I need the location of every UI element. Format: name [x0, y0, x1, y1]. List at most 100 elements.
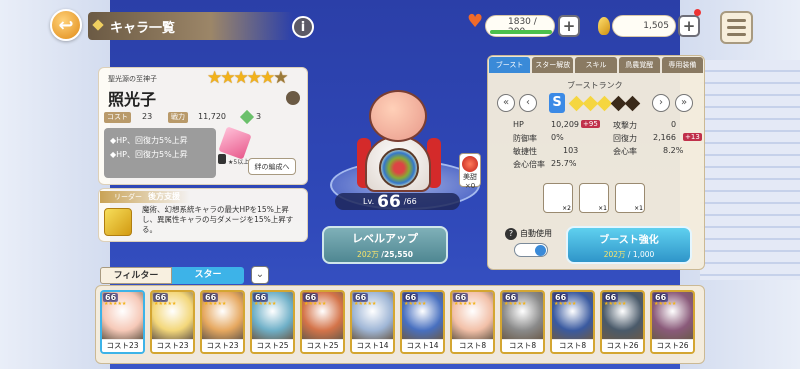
tab-awakening[interactable]: 鳥農覚醒 — [618, 57, 660, 73]
info-icon[interactable]: i — [292, 16, 314, 38]
card-cost: コスト25 — [252, 339, 293, 352]
next-rank-icon[interactable]: › — [652, 94, 670, 112]
roster-card[interactable]: 66 ★★★★★ コスト25 — [300, 290, 345, 354]
back-arrow-icon[interactable]: ↩ — [50, 9, 82, 41]
power-label: 戦力 — [168, 112, 188, 123]
rank-label: ブーストランク — [567, 81, 623, 90]
character-sprite[interactable] — [355, 90, 445, 200]
special-item-icon — [462, 156, 478, 172]
card-stars: ★★★★★ — [454, 301, 477, 307]
roster-card[interactable]: 66 ★★★★★ コスト23 — [200, 290, 245, 354]
boost-item-slot[interactable]: ×1 — [615, 183, 645, 213]
cost-value: 23 — [142, 112, 153, 121]
gem-count: 3 — [256, 112, 262, 121]
level-value: 66 — [377, 191, 401, 212]
roster-card[interactable]: 66 ★★★★★ コスト25 — [250, 290, 295, 354]
card-stars: ★★★★★ — [504, 301, 527, 307]
currency-display: 1,505 — [612, 15, 676, 37]
roster-card[interactable]: 66 ★★★★★ コスト14 — [400, 290, 445, 354]
tab-boost[interactable]: ブースト — [489, 57, 531, 73]
character-stats-row: コスト 23 戦力 11,720 3 — [104, 109, 304, 125]
level-label: Lv. — [363, 197, 375, 206]
unlock-requirement: ★5以上 — [228, 159, 250, 166]
notification-dot — [694, 9, 701, 16]
skill-line-2: ◆HP、回復力5%上昇 — [110, 150, 188, 159]
currency-icon — [598, 17, 610, 35]
cost-label: コスト — [104, 112, 131, 123]
boost-item-slot[interactable]: ×2 — [543, 183, 573, 213]
card-cost: コスト26 — [652, 339, 693, 352]
roster-card[interactable]: 66 ★★★★★ コスト26 — [650, 290, 695, 354]
card-stars: ★★★★★ — [554, 301, 577, 307]
add-stamina-button[interactable]: + — [558, 15, 580, 37]
tab-star-release[interactable]: スター解放 — [532, 57, 574, 73]
level-up-cost-total: /25,550 — [381, 250, 413, 259]
chevron-down-icon[interactable]: ⌄ — [251, 266, 269, 284]
roster-card[interactable]: 66 ★★★★★ コスト8 — [500, 290, 545, 354]
stat-label: 会心倍率 — [513, 160, 545, 169]
boost-item-slot[interactable]: ×1 — [579, 183, 609, 213]
power-value: 11,720 — [198, 112, 226, 121]
stat-value: 10,209 — [551, 120, 579, 129]
kizuna-button[interactable]: 絆の編成へ — [248, 158, 296, 175]
character-head — [369, 90, 427, 142]
filter-button[interactable]: フィルター — [100, 267, 172, 284]
card-stars: ★★★★★ — [154, 301, 177, 307]
prev-rank-icon[interactable]: ‹ — [519, 94, 537, 112]
stat-label: 回復力 — [613, 134, 637, 143]
roster-card[interactable]: 66 ★★★★★ コスト23 — [150, 290, 195, 354]
stat-label: HP — [513, 120, 524, 129]
roster-card[interactable]: 66 ★★★★★ コスト14 — [350, 290, 395, 354]
boost-enhance-button[interactable]: ブースト強化 202万 / 1,000 — [566, 226, 692, 264]
stat-value: 25.7% — [551, 159, 577, 168]
boost-item-count: ×1 — [598, 205, 607, 212]
special-item-count: ×0 — [464, 182, 476, 190]
heart-icon: ♥ — [467, 11, 484, 32]
leader-skill-icon — [104, 208, 132, 236]
first-rank-icon[interactable]: « — [497, 94, 515, 112]
stat-value: 2,166 — [653, 133, 676, 142]
stat-value: 0 — [671, 120, 677, 129]
roster-card[interactable]: 66 ★★★★★ コスト8 — [450, 290, 495, 354]
tab-skill[interactable]: スキル — [575, 57, 617, 73]
boost-tabs: ブースト スター解放 スキル 鳥農覚醒 専用装備 — [489, 57, 704, 73]
last-rank-icon[interactable]: » — [675, 94, 693, 112]
card-stars: ★★★★★ — [304, 301, 327, 307]
staircase-background — [700, 60, 800, 280]
stamina-display: 1830 / 200 — [485, 15, 555, 37]
roster-card[interactable]: 66 ★★★★★ コスト8 — [550, 290, 595, 354]
level-up-cost: 202万 /25,550 — [324, 249, 446, 260]
roster-card[interactable]: 66 ★★★★★ コスト26 — [600, 290, 645, 354]
card-cost: コスト8 — [452, 339, 493, 352]
auto-use-toggle[interactable] — [514, 243, 548, 257]
card-cost: コスト8 — [502, 339, 543, 352]
card-cost: コスト26 — [602, 339, 643, 352]
auto-use-label: 自動使用 — [520, 229, 552, 238]
card-stars: ★★★★★ — [104, 301, 127, 307]
character-disk — [379, 148, 419, 188]
page-title: キャラ一覧 — [88, 12, 293, 40]
star-sort-button[interactable]: スター — [172, 267, 244, 284]
character-subtitle: 聖光源の至神子 — [108, 75, 157, 83]
roster-card[interactable]: 66 ★★★★★ コスト23 — [100, 290, 145, 354]
stat-label: 会心率 — [613, 147, 637, 156]
leader-label: リーダー — [114, 193, 142, 201]
add-currency-button[interactable]: + — [678, 15, 700, 37]
hamburger-icon[interactable] — [720, 11, 753, 44]
stat-value: 0% — [551, 133, 564, 142]
stat-bonus: +95 — [581, 120, 600, 128]
boost-item-count: ×1 — [634, 205, 643, 212]
card-stars: ★★★★★ — [654, 301, 677, 307]
special-item-badge[interactable]: 美甜 ×0 — [459, 153, 481, 190]
rank-diamond-icon — [624, 95, 641, 112]
settings-gear-icon[interactable] — [286, 91, 300, 105]
help-icon[interactable]: ? — [505, 228, 517, 240]
level-up-button[interactable]: レベルアップ 202万 /25,550 — [322, 226, 448, 264]
tab-equipment[interactable]: 専用装備 — [661, 57, 704, 73]
skill-line-1: ◆HP、回復力5%上昇 — [110, 136, 188, 145]
level-up-label: レベルアップ — [352, 232, 418, 245]
star-rating: ★★★★★★ — [207, 68, 288, 88]
level-display: Lv. 66 /66 — [335, 191, 460, 212]
card-cost: コスト14 — [352, 339, 393, 352]
boost-cost: 202万 / 1,000 — [568, 249, 690, 260]
